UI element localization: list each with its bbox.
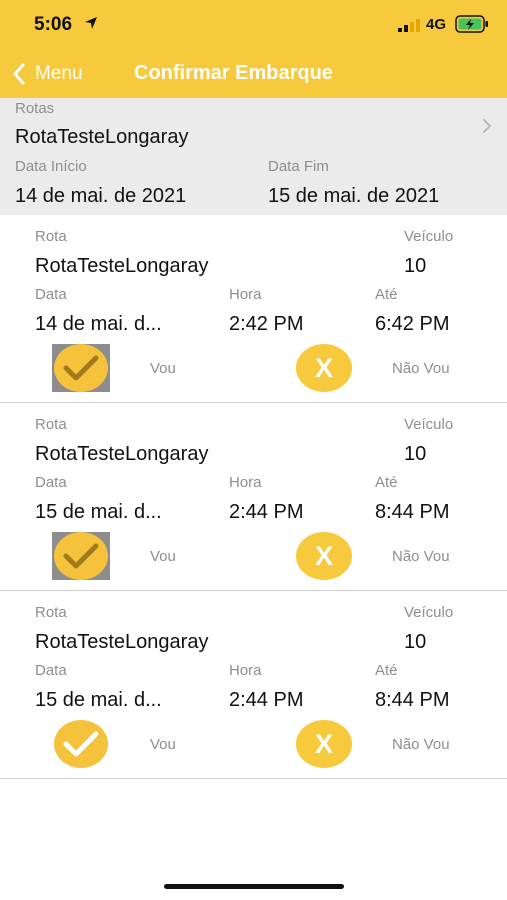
data-inicio-value[interactable]: 14 de mai. de 2021 xyxy=(15,185,186,208)
trip-ate-value: 8:44 PM xyxy=(375,501,450,523)
data-label: Data xyxy=(35,474,67,491)
vou-label[interactable]: Vou xyxy=(150,548,176,565)
trip-hora-value: 2:42 PM xyxy=(229,313,304,335)
data-fim-value[interactable]: 15 de mai. de 2021 xyxy=(268,185,439,208)
checkmark-icon xyxy=(63,731,99,757)
trip-card: Rota Veículo RotaTesteLongaray 10 Data H… xyxy=(0,215,507,403)
veiculo-label: Veículo xyxy=(404,228,454,245)
vou-label[interactable]: Vou xyxy=(150,360,176,377)
nao-vou-label[interactable]: Não Vou xyxy=(392,548,450,565)
confirm-vou-button[interactable] xyxy=(52,532,110,580)
trip-rota-value: RotaTesteLongaray xyxy=(35,631,209,653)
location-arrow-icon xyxy=(85,17,97,29)
vou-label[interactable]: Vou xyxy=(150,736,176,753)
signal-icon xyxy=(398,19,420,32)
hora-label: Hora xyxy=(229,662,262,679)
battery-charging-icon xyxy=(455,15,488,33)
data-inicio-label: Data Início xyxy=(15,158,87,175)
x-icon: X xyxy=(314,729,333,759)
veiculo-label: Veículo xyxy=(404,604,454,621)
chevron-right-icon xyxy=(483,119,491,133)
status-time: 5:06 xyxy=(34,14,73,35)
page-title: Confirmar Embarque xyxy=(134,62,333,84)
rota-label: Rota xyxy=(35,228,67,245)
home-indicator[interactable] xyxy=(164,884,344,889)
trip-data-value: 15 de mai. d... xyxy=(35,501,162,523)
confirm-vou-button[interactable] xyxy=(52,720,110,768)
ate-label: Até xyxy=(375,662,398,679)
chevron-left-icon xyxy=(13,63,25,85)
trip-veiculo-value: 10 xyxy=(404,255,427,277)
checkmark-icon xyxy=(63,355,99,381)
status-bar: 5:06 4G xyxy=(0,0,507,50)
header-bar: 5:06 4G Menu Confirmar Embarque xyxy=(0,0,507,98)
rota-label: Rota xyxy=(35,416,67,433)
trip-hora-value: 2:44 PM xyxy=(229,689,304,711)
data-fim-label: Data Fim xyxy=(268,158,329,175)
trip-ate-value: 6:42 PM xyxy=(375,313,450,335)
ate-label: Até xyxy=(375,474,398,491)
x-icon: X xyxy=(314,541,333,571)
data-label: Data xyxy=(35,662,67,679)
trip-data-value: 15 de mai. d... xyxy=(35,689,162,711)
veiculo-label: Veículo xyxy=(404,416,454,433)
nao-vou-label[interactable]: Não Vou xyxy=(392,360,450,377)
navigation-bar: Menu Confirmar Embarque xyxy=(0,50,507,98)
decline-nao-vou-button[interactable]: X xyxy=(296,344,352,392)
decline-nao-vou-button[interactable]: X xyxy=(296,720,352,768)
trip-veiculo-value: 10 xyxy=(404,443,427,465)
hora-label: Hora xyxy=(229,286,262,303)
trip-rota-value: RotaTesteLongaray xyxy=(35,255,209,277)
trip-hora-value: 2:44 PM xyxy=(229,501,304,523)
trip-card: Rota Veículo RotaTesteLongaray 10 Data H… xyxy=(0,591,507,779)
trip-data-value: 14 de mai. d... xyxy=(35,313,162,335)
back-button[interactable]: Menu xyxy=(12,60,83,88)
nao-vou-label[interactable]: Não Vou xyxy=(392,736,450,753)
trip-ate-value: 8:44 PM xyxy=(375,689,450,711)
x-icon: X xyxy=(314,353,333,383)
hora-label: Hora xyxy=(229,474,262,491)
trip-rota-value: RotaTesteLongaray xyxy=(35,443,209,465)
checkmark-icon xyxy=(63,543,99,569)
data-label: Data xyxy=(35,286,67,303)
rota-value: RotaTesteLongaray xyxy=(15,126,189,148)
confirm-vou-button[interactable] xyxy=(52,344,110,392)
ate-label: Até xyxy=(375,286,398,303)
network-type: 4G xyxy=(426,16,447,33)
rotas-label: Rotas xyxy=(15,100,55,117)
trip-card: Rota Veículo RotaTesteLongaray 10 Data H… xyxy=(0,403,507,591)
route-filter[interactable]: Rotas RotaTesteLongaray Data Início 14 d… xyxy=(0,98,507,215)
back-button-label: Menu xyxy=(35,63,83,84)
rota-label: Rota xyxy=(35,604,67,621)
trip-veiculo-value: 10 xyxy=(404,631,427,653)
decline-nao-vou-button[interactable]: X xyxy=(296,532,352,580)
